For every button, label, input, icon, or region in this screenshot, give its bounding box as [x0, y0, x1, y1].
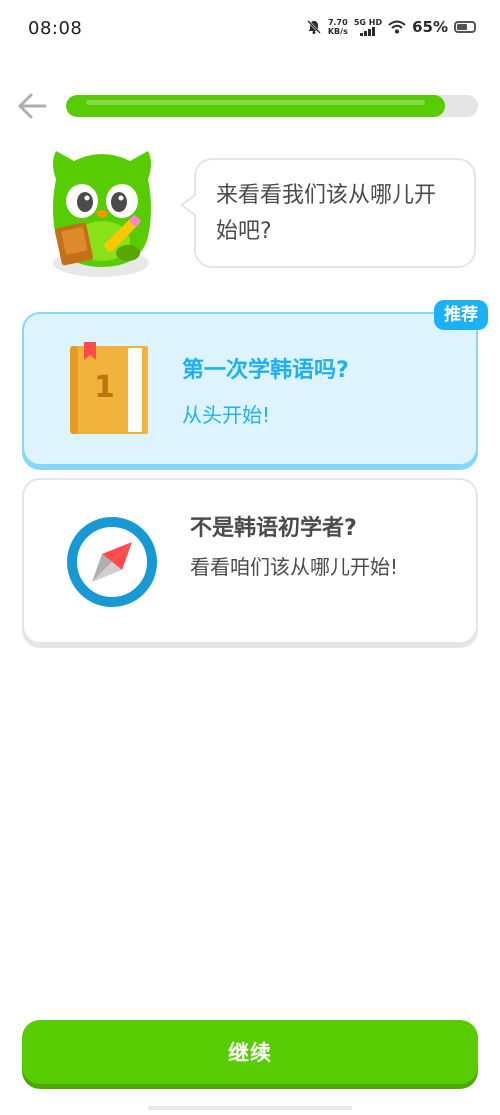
owl-mascot-icon	[53, 151, 151, 277]
book-number: 1	[94, 370, 115, 405]
continue-button[interactable]: 继续	[22, 1020, 478, 1084]
home-indicator[interactable]	[148, 1106, 352, 1110]
speech-bubble-tail-fill	[183, 195, 197, 215]
compass-icon	[67, 517, 157, 607]
network-type: 5G HD	[353, 17, 383, 27]
status-icons: 7.70 KB/s 5G HD 65%	[306, 18, 476, 36]
option-subtitle: 从头开始!	[182, 403, 271, 427]
option-start-from-scratch[interactable]: 推荐 1 第一次学韩语吗? 从头开始!	[22, 300, 488, 466]
progress-fill	[66, 95, 446, 117]
option-title: 不是韩语初学者?	[190, 516, 357, 541]
status-time: 08:08	[28, 18, 83, 39]
speech-text: 来看看我们该从哪儿开始吧?	[216, 183, 437, 244]
status-bar: 08:08 7.70 KB/s 5G HD 65%	[0, 0, 500, 60]
battery-icon	[454, 21, 476, 33]
screen: 08:08 7.70 KB/s 5G HD 65% 来看看我们该从哪儿开始吧? …	[0, 0, 500, 1115]
battery-level	[457, 24, 467, 30]
back-button[interactable]	[14, 88, 50, 124]
network-speed: 7.70 KB/s	[328, 18, 348, 36]
bell-muted-icon	[306, 20, 321, 34]
progress-shine	[86, 100, 426, 105]
option-title: 第一次学韩语吗?	[182, 358, 349, 383]
wifi-icon	[388, 20, 406, 34]
arrow-left-icon	[18, 93, 47, 119]
battery-percent: 65%	[412, 18, 448, 36]
speech-bubble: 来看看我们该从哪儿开始吧?	[180, 158, 476, 268]
option-subtitle: 看看咱们该从哪儿开始!	[190, 555, 399, 579]
network-speed-unit: KB/s	[327, 27, 348, 36]
option-find-my-level[interactable]: 不是韩语初学者? 看看咱们该从哪儿开始!	[22, 478, 478, 644]
lesson-progress-bar	[66, 95, 478, 117]
network-speed-value: 7.70	[327, 18, 348, 27]
recommended-badge: 推荐	[434, 300, 488, 330]
signal-icon: 5G HD	[353, 17, 383, 36]
